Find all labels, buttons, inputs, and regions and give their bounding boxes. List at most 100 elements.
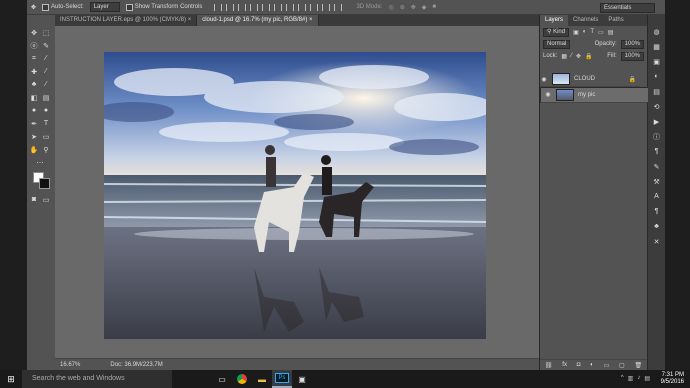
adjustment-layer-icon[interactable]: ◐ xyxy=(590,362,594,368)
file-explorer-icon[interactable]: ▬ xyxy=(252,370,272,388)
filter-adjust-icon[interactable]: ◐ xyxy=(583,29,587,35)
document-size[interactable]: Doc: 36.9M/223.7M xyxy=(110,362,162,368)
align-left-icon[interactable] xyxy=(250,3,259,11)
lock-position-icon[interactable]: ✥ xyxy=(576,53,581,60)
3d-slide-icon[interactable]: ◆ xyxy=(422,4,427,11)
3d-scale-icon[interactable]: ■ xyxy=(432,4,436,10)
character-panel-icon[interactable]: A xyxy=(652,192,661,201)
more-tools-icon[interactable]: ⋯ xyxy=(35,158,45,167)
align-middle-icon[interactable] xyxy=(226,3,235,11)
align-right-icon[interactable] xyxy=(274,3,283,11)
tab-cloud-1[interactable]: cloud-1.psd @ 16.7% (my pic, RGB/8#) × xyxy=(197,15,319,26)
distribute-top-icon[interactable] xyxy=(286,3,295,11)
healing-brush-tool-icon[interactable]: ✚ xyxy=(29,67,39,76)
eyedropper-tool-icon[interactable]: ⁄ xyxy=(41,54,51,63)
info-panel-icon[interactable]: ⓘ xyxy=(652,132,661,141)
layer-mask-icon[interactable]: ◘ xyxy=(577,362,581,368)
fill-field[interactable]: 100% xyxy=(620,51,644,61)
clone-stamp-tool-icon[interactable]: ♣ xyxy=(29,80,39,89)
history-panel-icon[interactable]: ⟲ xyxy=(652,102,661,111)
system-clock[interactable]: 7:31 PM 9/5/2016 xyxy=(661,372,684,386)
hand-tool-icon[interactable]: ✋ xyxy=(29,145,39,154)
paragraph-styles-icon[interactable]: ¶ xyxy=(652,207,661,216)
lock-paint-icon[interactable]: ⁄ xyxy=(571,53,572,59)
brush-panel-icon[interactable]: ✎ xyxy=(652,162,661,171)
visibility-eye-icon[interactable]: ◉ xyxy=(544,91,552,99)
lasso-tool-icon[interactable]: ⓞ xyxy=(29,41,39,50)
swatches-panel-icon[interactable]: ▦ xyxy=(652,42,661,51)
layer-row-cloud[interactable]: ◉ CLOUD 🔒 xyxy=(540,72,640,87)
color-panel-icon[interactable]: ◍ xyxy=(652,27,661,36)
screen-mode-icon[interactable]: ▭ xyxy=(41,195,51,204)
3d-panel-icon[interactable]: ✕ xyxy=(652,237,661,246)
task-view-icon[interactable]: ▭ xyxy=(212,370,232,388)
layer-style-icon[interactable]: fx xyxy=(562,362,567,368)
lock-all-icon[interactable]: 🔒 xyxy=(585,53,592,60)
new-group-icon[interactable]: ▭ xyxy=(604,362,610,369)
close-icon[interactable]: × xyxy=(309,17,313,23)
tab-channels[interactable]: Channels xyxy=(568,15,603,26)
adjustments-panel-icon[interactable]: ◐ xyxy=(652,72,661,81)
filter-pixel-icon[interactable]: ▣ xyxy=(573,29,579,36)
type-tool-icon[interactable]: T xyxy=(41,119,51,128)
filter-kind-dropdown[interactable]: ⚲ Kind xyxy=(543,27,570,37)
3d-pan-icon[interactable]: ✥ xyxy=(411,4,416,11)
align-center-icon[interactable] xyxy=(262,3,271,11)
image-app-icon[interactable]: ▣ xyxy=(292,370,312,388)
filter-smart-icon[interactable]: ▤ xyxy=(608,29,614,36)
blend-mode-dropdown[interactable]: Normal xyxy=(543,39,571,49)
link-layers-icon[interactable]: ⛓ xyxy=(545,362,553,369)
delete-layer-icon[interactable]: 🗑 xyxy=(634,362,642,369)
show-transform-checkbox[interactable]: Show Transform Controls xyxy=(125,3,202,11)
document-image[interactable] xyxy=(104,52,486,339)
brush-tool-icon[interactable]: ⁄ xyxy=(41,67,51,76)
opacity-field[interactable]: 100% xyxy=(620,39,644,49)
tab-paths[interactable]: Paths xyxy=(603,15,628,26)
properties-panel-icon[interactable]: ▤ xyxy=(652,87,661,96)
workspace-dropdown[interactable]: Essentials xyxy=(600,3,655,13)
zoom-level[interactable]: 16.67% xyxy=(60,362,80,368)
filter-shape-icon[interactable]: ▭ xyxy=(598,29,604,36)
align-top-icon[interactable] xyxy=(214,3,223,11)
message-icon[interactable]: ▤ xyxy=(644,375,650,382)
volume-icon[interactable]: ♪ xyxy=(637,375,640,382)
close-icon[interactable]: × xyxy=(188,17,192,23)
auto-select-target-dropdown[interactable]: Layer xyxy=(89,2,120,12)
filter-type-icon[interactable]: T xyxy=(590,29,594,35)
shape-tool-icon[interactable]: ▭ xyxy=(41,132,51,141)
lock-pixels-icon[interactable]: ▦ xyxy=(561,53,567,60)
pen-tool-icon[interactable]: ✒ xyxy=(29,119,39,128)
quick-mask-icon[interactable]: ◙ xyxy=(29,195,39,204)
windows-start-icon[interactable]: ⊞ xyxy=(0,370,22,388)
tool-presets-icon[interactable]: ⚒ xyxy=(652,177,661,186)
background-color-swatch[interactable] xyxy=(39,178,50,189)
align-bottom-icon[interactable] xyxy=(238,3,247,11)
styles-panel-icon[interactable]: ▣ xyxy=(652,57,661,66)
blur-tool-icon[interactable]: ● xyxy=(29,106,39,115)
move-tool-icon[interactable]: ✥ xyxy=(29,28,39,37)
distribute-middle-icon[interactable] xyxy=(298,3,307,11)
auto-select-checkbox[interactable]: Auto-Select: xyxy=(42,3,84,11)
3d-rotate-icon[interactable]: ◎ xyxy=(388,4,393,11)
distribute-bottom-icon[interactable] xyxy=(310,3,319,11)
clone-source-icon[interactable]: ♣ xyxy=(652,222,661,231)
taskbar-search-box[interactable]: Search the web and Windows xyxy=(22,370,172,388)
history-brush-tool-icon[interactable]: ⁄ xyxy=(41,80,51,89)
dodge-tool-icon[interactable]: ● xyxy=(41,106,51,115)
tab-layers[interactable]: Layers xyxy=(540,15,569,26)
chrome-icon[interactable] xyxy=(232,370,252,388)
crop-tool-icon[interactable]: ⌗ xyxy=(29,54,39,63)
actions-panel-icon[interactable]: ▶ xyxy=(652,117,661,126)
tab-instruction-layer[interactable]: INSTRUCTION LAYER.eps @ 100% (CMYK/8) × xyxy=(55,15,198,26)
3d-roll-icon[interactable]: ⊛ xyxy=(400,4,405,11)
marquee-tool-icon[interactable]: ⬚ xyxy=(41,28,51,37)
paragraph-panel-icon[interactable]: ¶ xyxy=(652,147,661,156)
move-tool-icon[interactable]: ✥ xyxy=(31,4,36,11)
show-hidden-icon[interactable]: ^ xyxy=(621,375,624,382)
quick-select-tool-icon[interactable]: ✎ xyxy=(41,41,51,50)
eraser-tool-icon[interactable]: ◧ xyxy=(29,93,39,102)
network-icon[interactable]: ▥ xyxy=(628,375,634,382)
layer-row-my-pic[interactable]: ◉ my pic xyxy=(540,87,655,103)
distribute-center-icon[interactable] xyxy=(334,3,343,11)
gradient-tool-icon[interactable]: ▤ xyxy=(41,93,51,102)
